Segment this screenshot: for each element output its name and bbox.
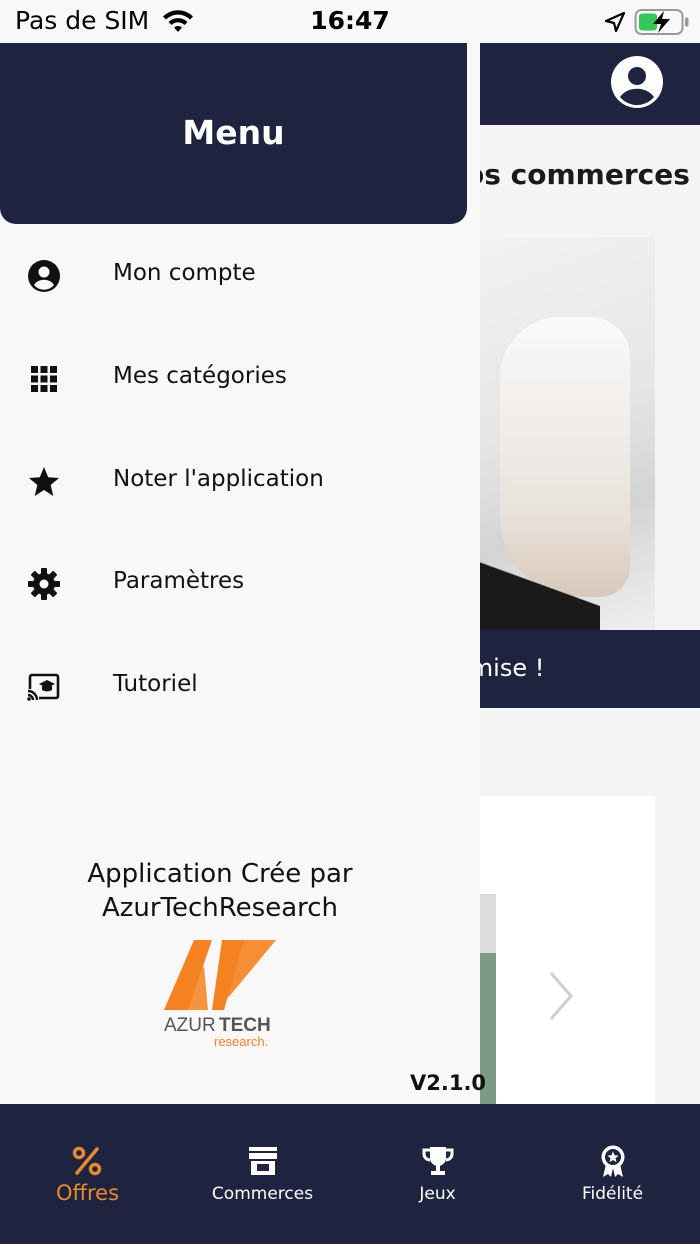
drawer-header: Menu xyxy=(0,43,467,224)
offer-banner[interactable]: emise ! xyxy=(455,630,700,708)
menu-item-label: Tutoriel xyxy=(113,671,198,697)
account-circle-icon xyxy=(28,260,60,292)
award-badge-icon xyxy=(601,1145,625,1177)
menu-item-tutoriel[interactable]: Tutoriel xyxy=(0,652,480,722)
tab-label: Fidélité xyxy=(581,1184,644,1204)
tab-fidelite[interactable]: Fidélité xyxy=(525,1104,700,1244)
percent-icon xyxy=(72,1146,102,1176)
menu-item-label: Paramètres xyxy=(113,568,245,594)
gear-icon xyxy=(28,568,60,600)
cast-tutorial-icon xyxy=(27,673,60,701)
logo-text-azur: AZUR xyxy=(164,1015,216,1036)
tab-label: Jeux xyxy=(419,1184,456,1204)
menu-item-mes-categories[interactable]: Mes catégories xyxy=(0,344,480,414)
credits-line-2: AzurTechResearch xyxy=(101,893,339,923)
menu-item-parametres[interactable]: Paramètres xyxy=(0,549,480,619)
location-arrow-icon xyxy=(604,11,626,33)
credits-line-1: Application Crée par xyxy=(87,859,353,889)
clock-time: 16:47 xyxy=(310,6,390,35)
star-icon xyxy=(29,467,59,496)
tab-offres[interactable]: Offres xyxy=(0,1104,175,1244)
side-drawer: Menu Mon compte Mes catégories Noter l'a… xyxy=(0,43,486,1104)
drawer-title: Menu xyxy=(182,113,285,152)
menu-item-label: Noter l'application xyxy=(113,466,324,492)
storefront-icon xyxy=(249,1147,277,1175)
section-title: os commerces xyxy=(465,158,690,191)
azurtech-logo: AZUR TECH research. xyxy=(164,940,276,1048)
menu-item-label: Mon compte xyxy=(113,260,256,286)
battery-charging-icon xyxy=(634,9,689,35)
logo-tagline: research. xyxy=(214,1034,268,1048)
logo-text-tech: TECH xyxy=(219,1015,271,1036)
menu-item-label: Mes catégories xyxy=(113,363,287,389)
status-bar: Pas de SIM 16:47 xyxy=(0,0,700,43)
offer-image[interactable] xyxy=(480,237,655,630)
trophy-icon xyxy=(422,1147,454,1175)
tab-label: Commerces xyxy=(211,1184,314,1204)
credits-text: Application Crée par AzurTechResearch xyxy=(0,857,440,925)
app-version: V2.1.0 xyxy=(410,1071,487,1095)
menu-item-mon-compte[interactable]: Mon compte xyxy=(0,241,480,311)
grid-icon xyxy=(31,366,57,392)
account-icon[interactable] xyxy=(610,55,664,109)
tab-label: Offres xyxy=(55,1181,120,1205)
bottom-tab-bar: Offres Commerces Jeux Fidélité xyxy=(0,1104,700,1244)
menu-item-noter[interactable]: Noter l'application xyxy=(0,447,480,517)
offer-image-2[interactable] xyxy=(480,796,655,1106)
tab-jeux[interactable]: Jeux xyxy=(350,1104,525,1244)
chevron-right-icon[interactable] xyxy=(548,970,574,1022)
tab-commerces[interactable]: Commerces xyxy=(175,1104,350,1244)
